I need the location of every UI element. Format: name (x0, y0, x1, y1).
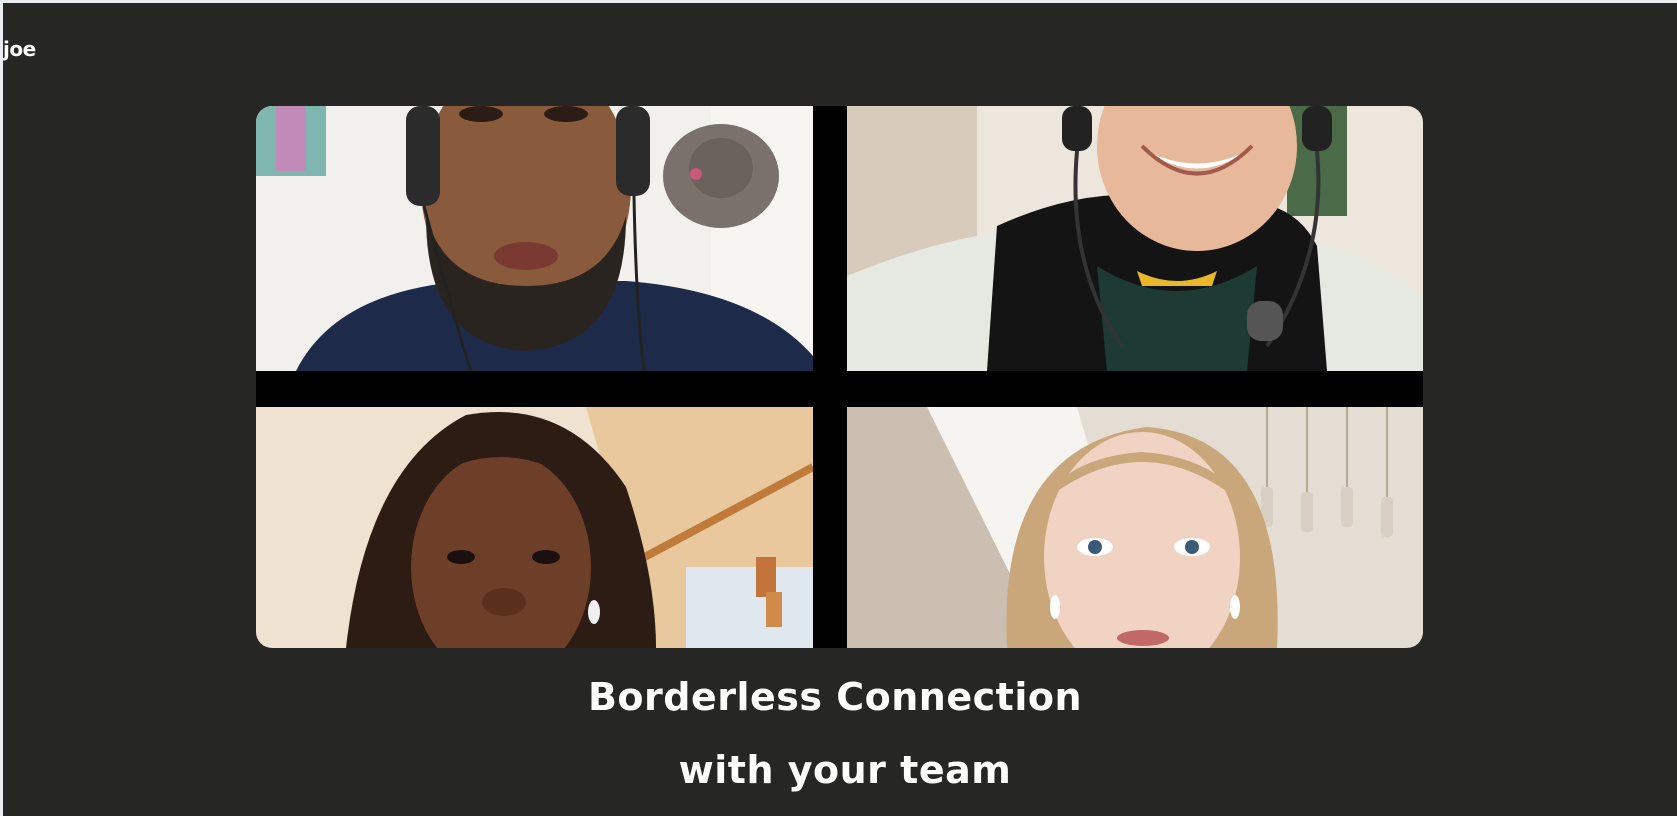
headline-line-1: Borderless Connection (587, 675, 1083, 719)
headline-line-2: with your team (678, 748, 1012, 792)
app-window: joe Borderless Connection with your team (3, 3, 1677, 816)
participant-video-2 (847, 106, 1423, 371)
participant-video-3 (256, 407, 813, 648)
participant-video-4 (847, 407, 1423, 648)
participant-3-illustration (256, 407, 813, 648)
user-name-label: joe (3, 37, 36, 61)
participant-4-illustration (847, 407, 1423, 648)
video-grid-hero-image (256, 106, 1423, 648)
participant-2-illustration (847, 106, 1423, 371)
participant-1-illustration (256, 106, 813, 371)
participant-video-1 (256, 106, 813, 371)
